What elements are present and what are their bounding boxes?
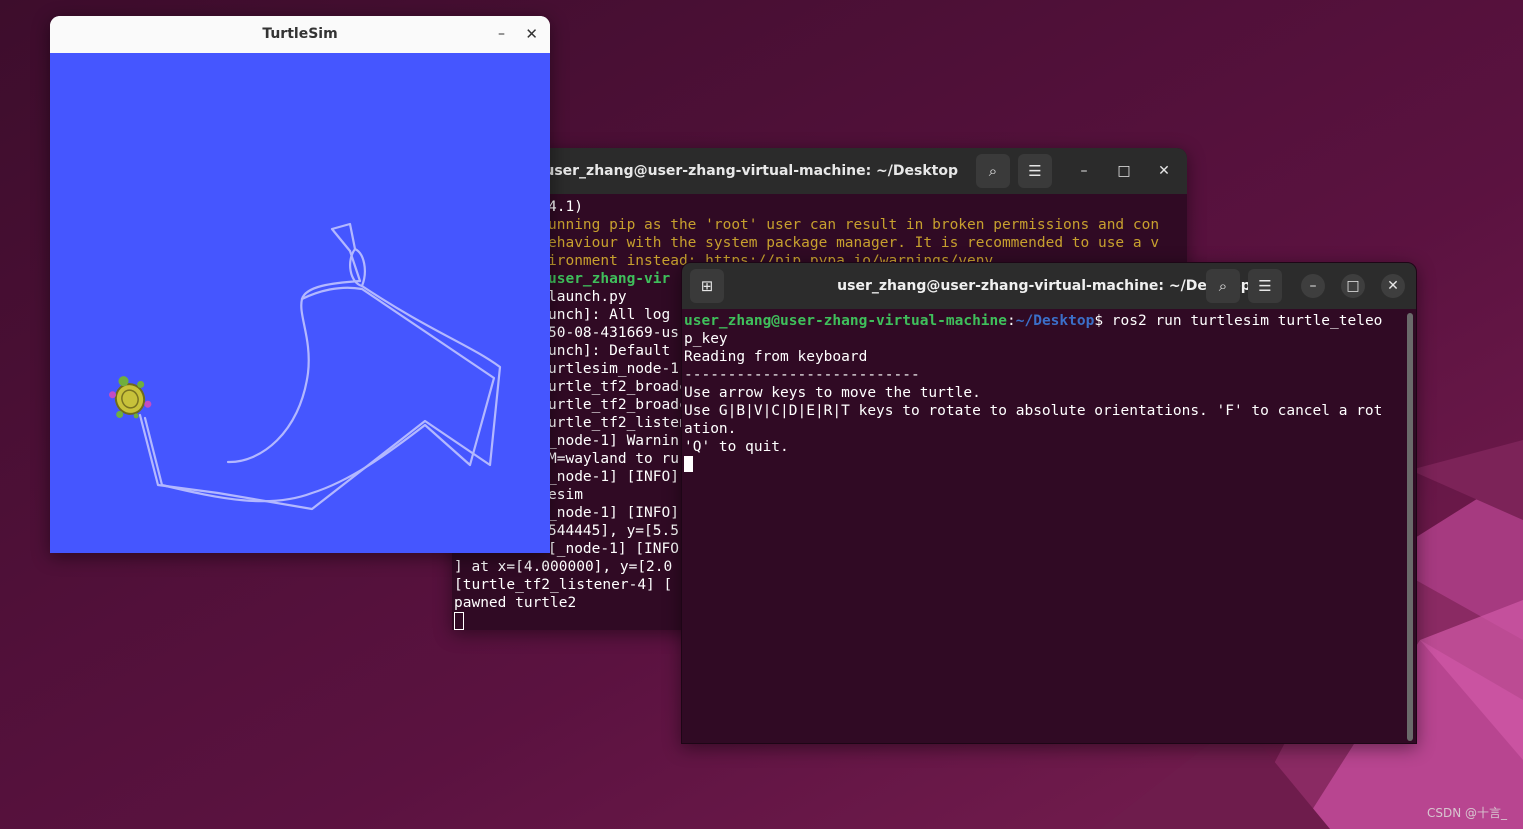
output-line: unch]: All log (548, 307, 671, 323)
output-line: 4.1) (548, 199, 583, 215)
watermark: CSDN @十言_ (1426, 806, 1507, 820)
close-icon[interactable]: ✕ (1381, 274, 1405, 298)
output-line: urtle_tf2_broadc (548, 397, 688, 413)
output-line: launch.py (548, 289, 627, 305)
output-line: Use G|B|V|C|D|E|R|T keys to rotate to ab… (684, 403, 1383, 419)
output-line: Reading from keyboard (684, 349, 868, 365)
prompt-path: ~/Desktop (1015, 313, 1095, 329)
output-line: M=wayland to ru (548, 451, 679, 467)
terminal-cursor (454, 612, 464, 630)
turtlesim-canvas (50, 53, 550, 553)
prompt-separator: : (1007, 313, 1016, 329)
output-line: urtle_tf2_listen (548, 415, 688, 431)
minimize-icon[interactable]: – (1072, 159, 1096, 183)
output-line: [turtle_tf2_listener-4] [ (454, 577, 673, 593)
output-line: ehaviour with the system package manager… (548, 235, 1160, 251)
output-line: unning pip as the 'root' user can result… (548, 217, 1160, 233)
turtlesim-title: TurtleSim (262, 26, 338, 42)
terminal-scrollbar[interactable] (1407, 313, 1413, 741)
output-line: ] at x=[4.000000], y=[2.0 (454, 559, 673, 575)
output-line: _node-1] [INFO] (548, 469, 679, 485)
close-icon[interactable]: ✕ (525, 16, 538, 53)
output-line: pawned turtle2 (454, 595, 577, 611)
output-line: 50-08-431669-us (548, 325, 679, 341)
command-text: ros2 run turtlesim turtle_teleo (1103, 313, 1383, 329)
terminal-front-output[interactable]: user_zhang@user-zhang-virtual-machine:~/… (684, 312, 1382, 474)
canvas-background (50, 53, 550, 553)
terminal-cursor (684, 456, 693, 472)
search-icon[interactable]: ⌕ (976, 154, 1010, 188)
prompt-dollar: $ (1094, 313, 1104, 329)
hamburger-menu-icon[interactable]: ☰ (1018, 154, 1052, 188)
output-line: ation. (684, 421, 737, 437)
output-line: [_node-1] [INFO] (548, 541, 688, 557)
output-line: _node-1] Warnin (548, 433, 679, 449)
output-line: urtle_tf2_broadc (548, 379, 688, 395)
output-line: _node-1] [INFO] (548, 505, 679, 521)
close-icon[interactable]: ✕ (1152, 159, 1176, 183)
prompt-user: user_zhang@user-zhang-virtual-machine (684, 313, 1008, 329)
output-line: esim (548, 487, 583, 503)
minimize-icon[interactable]: – (498, 16, 505, 53)
maximize-icon[interactable]: □ (1112, 159, 1136, 183)
output-line: 'Q' to quit. (684, 439, 789, 455)
terminal-window-front[interactable]: ⊞ user_zhang@user-zhang-virtual-machine:… (681, 262, 1417, 744)
terminal-back-titlebar[interactable]: user_zhang@user-zhang-virtual-machine: ~… (452, 148, 1187, 194)
hamburger-menu-icon[interactable]: ☰ (1248, 269, 1282, 303)
output-line: unch]: Default (548, 343, 671, 359)
maximize-icon[interactable]: □ (1341, 274, 1365, 298)
minimize-icon[interactable]: – (1301, 274, 1325, 298)
output-line: p_key (684, 331, 728, 347)
turtlesim-titlebar[interactable]: TurtleSim – ✕ (50, 16, 550, 54)
output-line: user_zhang-vir (548, 271, 671, 287)
terminal-front-titlebar[interactable]: ⊞ user_zhang@user-zhang-virtual-machine:… (682, 263, 1416, 309)
output-line: Use arrow keys to move the turtle. (684, 385, 981, 401)
output-line: urtlesim_node-1] (548, 361, 688, 377)
turtlesim-window[interactable]: TurtleSim – ✕ (50, 16, 550, 553)
search-icon[interactable]: ⌕ (1206, 269, 1240, 303)
output-line: 544445], y=[5.5 (548, 523, 679, 539)
output-line: --------------------------- (684, 367, 920, 383)
